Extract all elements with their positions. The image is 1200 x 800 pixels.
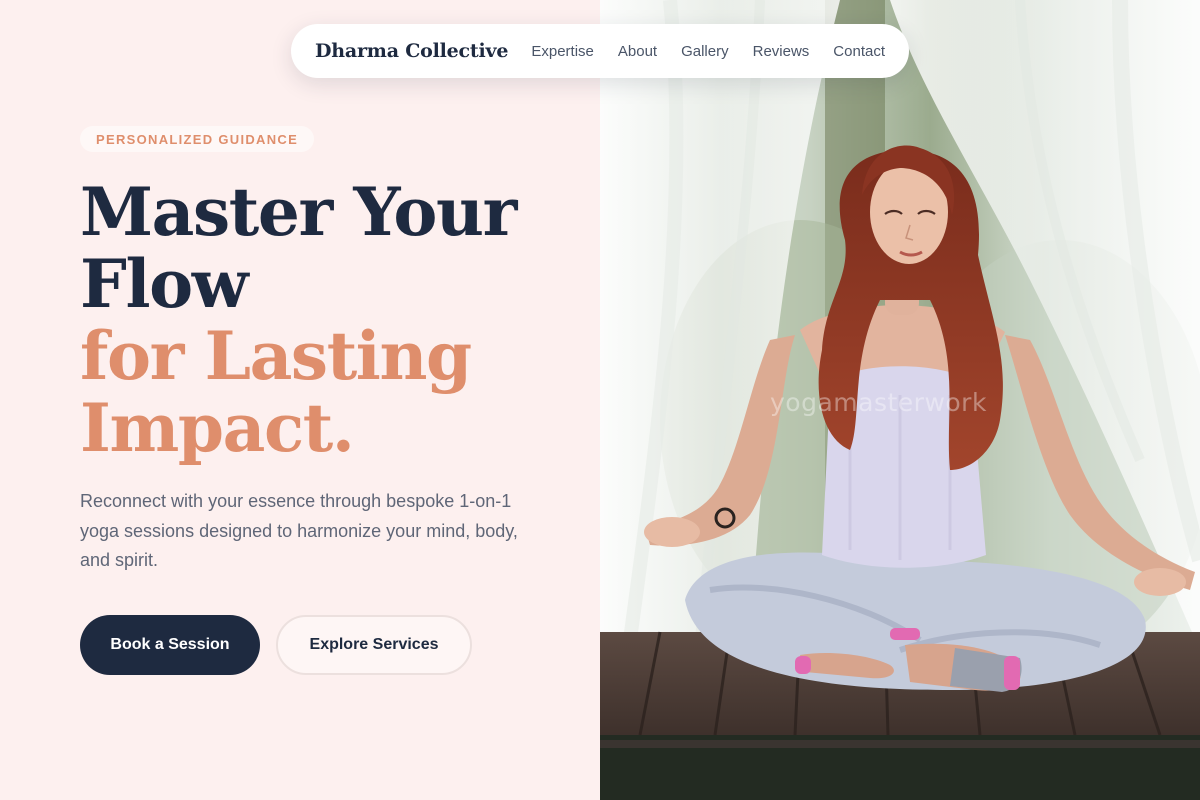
headline-line: Flow <box>80 245 249 323</box>
nav-link-gallery[interactable]: Gallery <box>681 43 729 60</box>
headline-accent-line: Impact. <box>80 389 355 467</box>
nav-link-expertise[interactable]: Expertise <box>531 43 594 60</box>
eyebrow-badge: PERSONALIZED GUIDANCE <box>80 126 315 152</box>
explore-services-button[interactable]: Explore Services <box>276 615 472 675</box>
hero-subtext: Reconnect with your essence through besp… <box>80 491 518 570</box>
image-watermark: yogamasterwork <box>770 388 987 417</box>
book-session-button[interactable]: Book a Session <box>80 615 260 675</box>
hero-headline: Master Your Flow for Lasting Impact. <box>80 176 580 464</box>
nav-link-about[interactable]: About <box>618 43 657 60</box>
hero-content: PERSONALIZED GUIDANCE Master Your Flow f… <box>0 0 600 800</box>
brand-logo[interactable]: Dharma Collective <box>315 40 508 62</box>
headline-accent-line: for Lasting <box>80 317 472 395</box>
nav-link-reviews[interactable]: Reviews <box>753 43 810 60</box>
nav-links: Expertise About Gallery Reviews Contact <box>531 43 885 60</box>
hero-image: yogamasterwork <box>600 0 1200 800</box>
top-navigation: Dharma Collective Expertise About Galler… <box>291 24 909 78</box>
headline-line: Master Your <box>80 173 517 251</box>
nav-link-contact[interactable]: Contact <box>833 43 885 60</box>
